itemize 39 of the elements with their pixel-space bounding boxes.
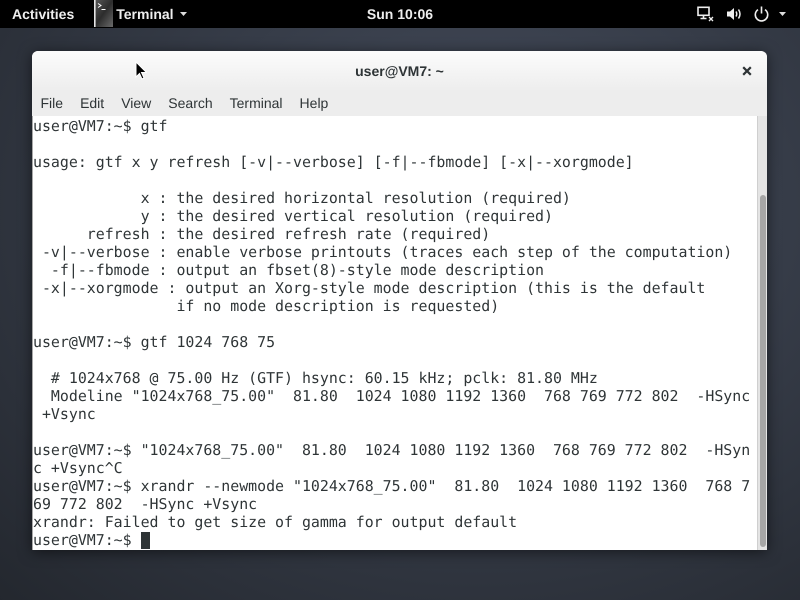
terminal-line: y : the desired vertical resolution (required) — [140, 207, 553, 225]
terminal-line: x : the desired horizontal resolution (required) — [140, 189, 571, 207]
terminal-line: if no mode description is requested) — [175, 297, 500, 315]
menu-item[interactable]: Search — [160, 95, 222, 111]
window-title: user@VM7: ~ — [355, 62, 444, 78]
terminal-line: user@VM7:~$ gtf 1024 768 75 — [33, 333, 276, 351]
network-icon[interactable] — [697, 6, 714, 22]
terminal-line: Modeline "1024x768_75.00" 81.80 1024 1080 1192 1360 768 769 772 802 -HSync — [50, 387, 750, 405]
terminal-line: user@VM7:~$ xrandr --newmode "1024x768_75.00" 81.80 1024 1080 1192 1360 768 7 — [33, 477, 750, 495]
activities-button[interactable]: Activities — [12, 6, 74, 22]
terminal-line: usage: gtf x y refresh [-v|--verbose] [-f|--fbmode] [-x|--xorgmode] — [33, 153, 634, 171]
scrollbar[interactable] — [757, 116, 767, 550]
power-icon[interactable] — [754, 6, 769, 22]
menu-item[interactable]: Terminal — [221, 95, 292, 111]
menu-item[interactable]: View — [112, 95, 160, 111]
caret-icon[interactable] — [779, 12, 786, 16]
terminal-line: -v|--verbose : enable verbose printouts (traces each step of the computation) — [40, 243, 732, 261]
scrollbar-thumb[interactable] — [760, 195, 766, 547]
terminal-line: user@VM7:~$ — [33, 531, 132, 549]
menu-item[interactable]: File — [32, 95, 72, 111]
terminal-line: -x|--xorgmode : output an Xorg-style mode description (this is the default — [40, 279, 706, 297]
terminal-line: +Vsync — [40, 405, 96, 423]
menu-item[interactable]: Edit — [72, 95, 113, 111]
terminal-icon — [94, 0, 114, 27]
terminal-line: # 1024x768 @ 75.00 Hz (GTF) hsync: 60.15 kHz; pclk: 81.80 MHz — [50, 369, 598, 387]
terminal-line: user@VM7:~$ gtf — [33, 117, 168, 135]
terminal-line: user@VM7:~$ "1024x768_75.00" 81.80 1024 1080 1192 1360 768 769 772 802 -HSyn — [33, 441, 750, 459]
close-icon[interactable] — [742, 66, 752, 76]
terminal-line: c +Vsync^C — [33, 459, 123, 477]
terminal-line: xrandr: Failed to get size of gamma for output default — [33, 513, 518, 531]
caret-icon — [180, 12, 187, 16]
terminal-line: refresh : the desired refresh rate (required) — [86, 225, 490, 243]
menu-item[interactable]: Help — [291, 95, 337, 111]
terminal-line: 69 772 802 -HSync +Vsync — [33, 495, 258, 513]
volume-icon[interactable] — [726, 6, 742, 22]
mouse-pointer-icon — [135, 61, 147, 80]
terminal-line: -f|--fbmode : output an fbset(8)-style mode description — [50, 261, 544, 279]
clock[interactable]: Sun 10:06 — [366, 6, 434, 22]
app-menu-button[interactable]: Terminal — [94, 0, 187, 28]
